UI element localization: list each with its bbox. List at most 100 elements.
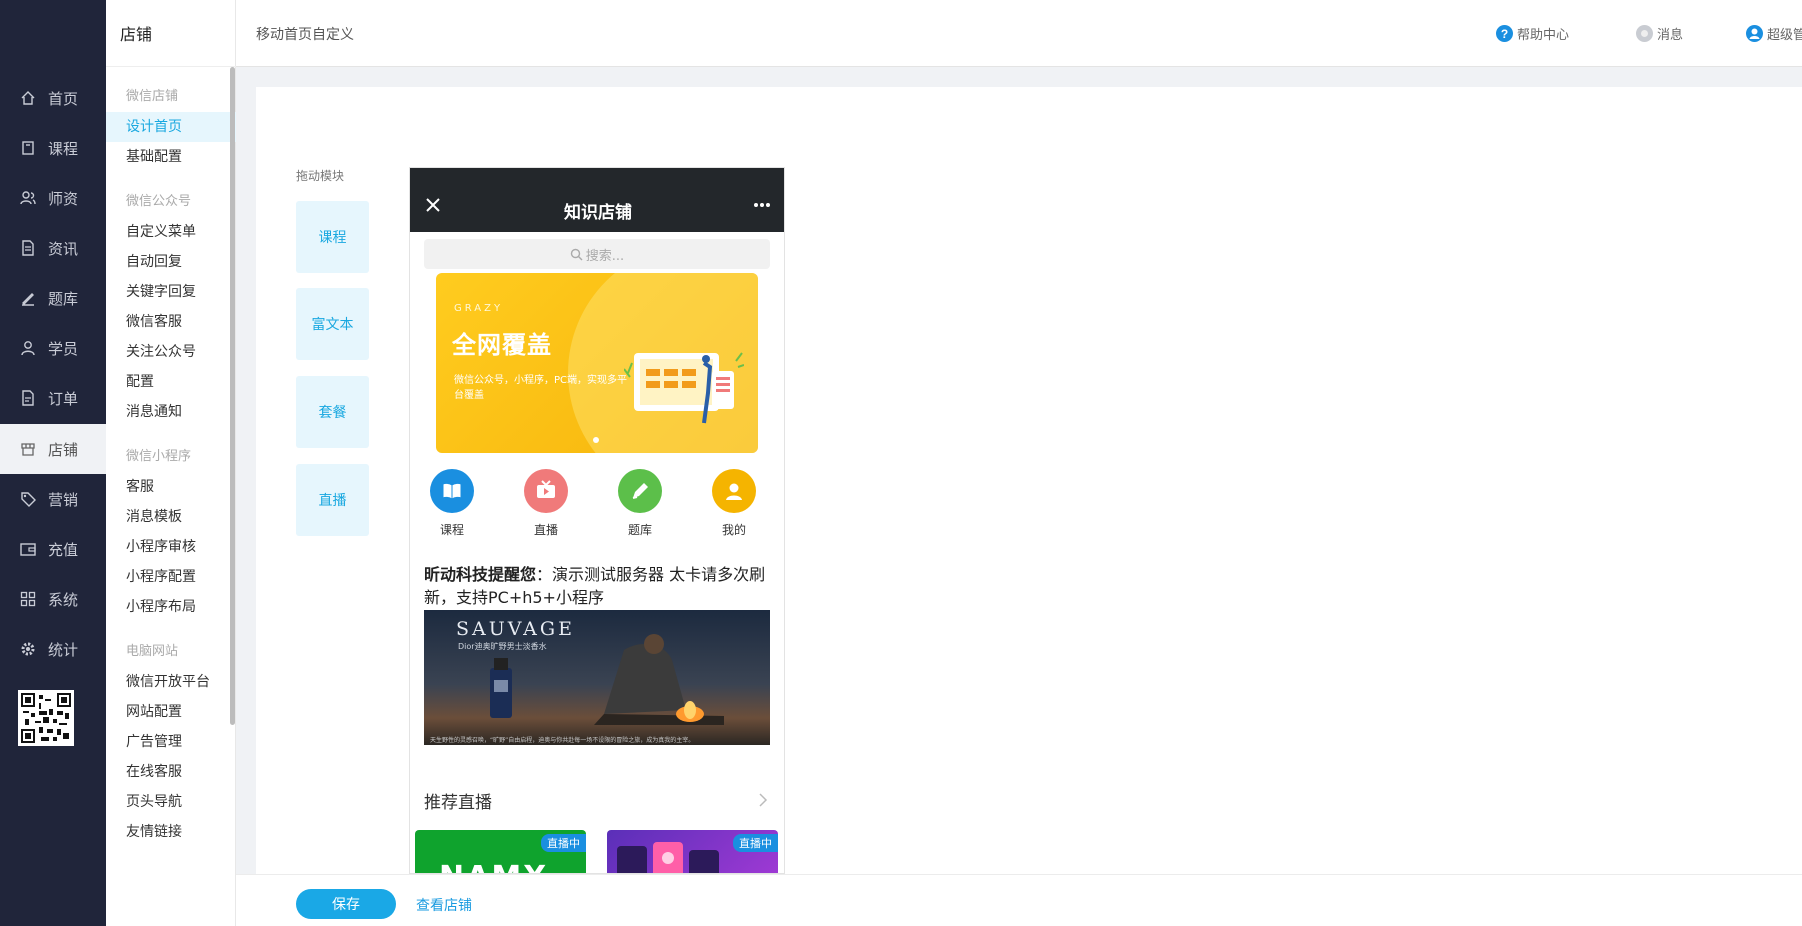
app-root: 首页 课程 师资 资讯 题库 学员 订单 店铺 营销 充值 系统 统计 店铺 微…	[0, 0, 1802, 926]
nav-item-home[interactable]: 首页	[0, 73, 106, 123]
nav-item-student[interactable]: 学员	[0, 323, 106, 373]
module-course[interactable]: 课程	[296, 201, 369, 273]
message-label: 消息	[1657, 28, 1684, 43]
grid-icon	[20, 591, 36, 607]
sub-item-mp-config[interactable]: 小程序配置	[106, 562, 236, 592]
admin-avatar-icon	[1746, 25, 1763, 42]
phone-search-bar[interactable]: 搜索...	[424, 239, 770, 269]
sub-item-service[interactable]: 客服	[106, 472, 236, 502]
nav-item-order[interactable]: 订单	[0, 373, 106, 423]
sub-item-message-template[interactable]: 消息模板	[106, 502, 236, 532]
banner-slide[interactable]: GRAZY 全网覆盖 微信公众号，小程序，PC端，实现多平台覆盖	[436, 273, 758, 453]
more-icon[interactable]	[752, 201, 772, 209]
nav-item-question-bank[interactable]: 题库	[0, 273, 106, 323]
nav-item-label: 首页	[48, 89, 79, 108]
nav-item-news[interactable]: 资讯	[0, 223, 106, 273]
quick-entry-course[interactable]: 课程	[422, 469, 482, 538]
nav-item-label: 资讯	[48, 239, 79, 258]
quick-entry-live[interactable]: 直播	[516, 469, 576, 538]
live-card-thumbnail	[617, 840, 737, 873]
sub-item-auto-reply[interactable]: 自动回复	[106, 247, 236, 277]
sub-item-open-platform[interactable]: 微信开放平台	[106, 667, 236, 697]
nav-item-marketing[interactable]: 营销	[0, 474, 106, 524]
ad-image[interactable]: SAUVAGE Dior迪奥旷野男士淡香水 天生野性的灵感召唤，“旷野”自由启程…	[424, 610, 770, 745]
phone-preview: 知识店铺 搜索... GRAZY 全网覆盖 微信公众号，小程序，PC端，实现多平…	[409, 167, 785, 874]
admin-label: 超级管	[1767, 28, 1802, 43]
gear-icon	[20, 641, 36, 657]
sub-item-header-nav[interactable]: 页头导航	[106, 787, 236, 817]
notice-bold: 昕动科技提醒您	[424, 565, 537, 584]
banner-pager-dot[interactable]	[593, 437, 599, 443]
quick-entry-label: 课程	[439, 523, 464, 537]
chevron-right-icon[interactable]	[758, 793, 768, 807]
person-icon	[712, 469, 756, 513]
sub-item-design-home[interactable]: 设计首页	[106, 112, 236, 142]
sub-item-online-service[interactable]: 在线客服	[106, 757, 236, 787]
editor-card: 拖动模块 课程 富文本 套餐 直播 知识店铺 搜索... GRAZY 全网覆盖 …	[256, 87, 1802, 874]
teacher-icon	[20, 190, 36, 206]
sub-item-basic-config[interactable]: 基础配置	[106, 142, 236, 172]
banner-illustration	[624, 333, 744, 433]
nav-item-label: 题库	[48, 289, 79, 308]
bottom-action-bar: 保存 查看店铺	[236, 874, 1802, 926]
quick-entry-label: 题库	[627, 523, 652, 537]
nav-item-statistics[interactable]: 统计	[0, 624, 106, 674]
sub-item-friend-links[interactable]: 友情链接	[106, 817, 236, 847]
banner-headline: 全网覆盖	[452, 331, 552, 359]
nav-item-recharge[interactable]: 充值	[0, 524, 106, 574]
search-placeholder: 搜索...	[585, 248, 625, 264]
qr-code	[18, 690, 74, 746]
ad-brand: SAUVAGE	[456, 618, 575, 640]
nav-item-label: 店铺	[48, 440, 79, 459]
nav-item-label: 系统	[48, 590, 79, 609]
quick-entry-question-bank[interactable]: 题库	[610, 469, 670, 538]
live-card-logo: NAMX	[439, 860, 548, 873]
quick-entry-label: 我的	[721, 523, 746, 537]
nav-item-course[interactable]: 课程	[0, 123, 106, 173]
sub-item-mp-layout[interactable]: 小程序布局	[106, 592, 236, 622]
sub-item-keyword-reply[interactable]: 关键字回复	[106, 277, 236, 307]
module-package[interactable]: 套餐	[296, 376, 369, 448]
book-open-icon	[430, 469, 474, 513]
sub-item-site-config[interactable]: 网站配置	[106, 697, 236, 727]
live-badge: 直播中	[541, 834, 586, 852]
save-button[interactable]: 保存	[296, 889, 396, 919]
svg-text:?: ?	[1501, 27, 1508, 41]
search-icon	[570, 248, 583, 261]
ad-footnote: 天生野性的灵感召唤，“旷野”自由启程，迪奥与你共赴每一场不设限的冒险之旅，成为真…	[430, 737, 695, 744]
module-live[interactable]: 直播	[296, 464, 369, 536]
nav-item-teacher[interactable]: 师资	[0, 173, 106, 223]
sub-menu-list: 微信店铺 设计首页 基础配置 微信公众号 自定义菜单 自动回复 关键字回复 微信…	[106, 67, 236, 926]
help-center-label: 帮助中心	[1517, 28, 1570, 43]
sub-item-ad-manage[interactable]: 广告管理	[106, 727, 236, 757]
live-card[interactable]: 直播中	[607, 830, 778, 873]
ad-tagline: Dior迪奥旷野男士淡香水	[458, 642, 547, 651]
news-icon	[20, 240, 36, 256]
quick-entry-mine[interactable]: 我的	[704, 469, 764, 538]
nav-item-label: 营销	[48, 490, 79, 509]
nav-item-store[interactable]: 店铺	[0, 424, 106, 474]
sub-item-config[interactable]: 配置	[106, 367, 236, 397]
top-header: 移动首页自定义 ? 帮助中心 消息 超级管	[236, 0, 1802, 67]
nav-item-system[interactable]: 系统	[0, 574, 106, 624]
sub-item-follow-account[interactable]: 关注公众号	[106, 337, 236, 367]
banner-description: 微信公众号，小程序，PC端，实现多平台覆盖	[454, 375, 628, 401]
live-card[interactable]: NAMX 直播中	[415, 830, 586, 873]
module-rich-text[interactable]: 富文本	[296, 288, 369, 360]
group-title-wechat-official: 微信公众号	[126, 194, 192, 209]
sub-menu-scrollbar[interactable]	[230, 67, 235, 725]
help-center-link[interactable]: ? 帮助中心	[1496, 24, 1569, 43]
store-icon	[20, 441, 36, 457]
main-nav: 首页 课程 师资 资讯 题库 学员 订单 店铺 营销 充值 系统 统计	[0, 0, 106, 926]
view-store-link[interactable]: 查看店铺	[416, 895, 472, 915]
admin-menu[interactable]: 超级管	[1746, 24, 1802, 43]
sub-item-custom-menu[interactable]: 自定义菜单	[106, 217, 236, 247]
message-link[interactable]: 消息	[1636, 24, 1683, 43]
sub-item-wechat-service[interactable]: 微信客服	[106, 307, 236, 337]
sub-item-mp-review[interactable]: 小程序审核	[106, 532, 236, 562]
phone-title: 知识店铺	[564, 203, 632, 223]
pencil-icon	[618, 469, 662, 513]
nav-item-label: 学员	[48, 339, 79, 358]
sub-item-message-notice[interactable]: 消息通知	[106, 397, 236, 427]
group-title-mini-program: 微信小程序	[126, 449, 192, 464]
